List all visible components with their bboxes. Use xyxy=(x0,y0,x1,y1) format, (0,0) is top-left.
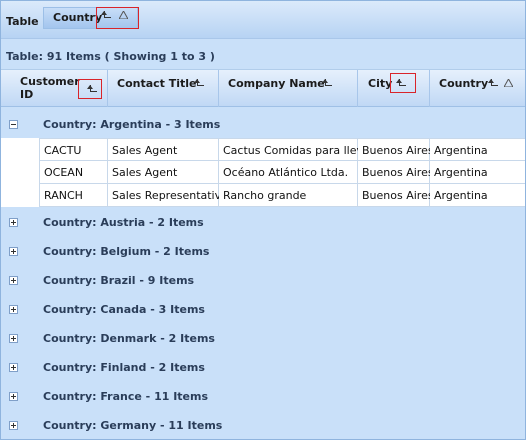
expand-icon[interactable] xyxy=(9,421,18,430)
group-label: Country: Argentina - 3 Items xyxy=(43,118,221,131)
cell-country[interactable]: Argentina xyxy=(430,138,525,161)
expand-icon[interactable] xyxy=(9,276,18,285)
highlight-box xyxy=(390,73,416,93)
group-row-belgium[interactable]: Country: Belgium - 2 Items xyxy=(1,237,525,266)
cell-company-name[interactable]: Océano Atlántico Ltda. xyxy=(219,161,358,184)
caption-text: Table: 91 Items ( Showing 1 to 3 ) xyxy=(6,50,215,63)
table-row[interactable]: CACTU Sales Agent Cactus Comidas para ll… xyxy=(1,138,525,161)
cell-text: Argentina xyxy=(434,166,488,179)
column-header-customer-id[interactable]: Customer ID xyxy=(1,70,108,107)
expand-icon[interactable] xyxy=(9,247,18,256)
row-indent xyxy=(1,138,39,161)
column-label: Country xyxy=(439,77,489,90)
column-header-row: Customer ID Contact Title Company Name C… xyxy=(1,70,525,107)
expand-icon[interactable] xyxy=(9,218,18,227)
cell-text: CACTU xyxy=(44,144,82,157)
group-row-canada[interactable]: Country: Canada - 3 Items xyxy=(1,295,525,324)
cell-text: Sales Agent xyxy=(112,144,178,157)
cell-contact-title[interactable]: Sales Representative xyxy=(108,184,228,207)
group-label: Country: Austria - 2 Items xyxy=(43,216,204,229)
group-row-germany[interactable]: Country: Germany - 11 Items xyxy=(1,411,525,439)
cell-company-name[interactable]: Rancho grande xyxy=(219,184,358,207)
group-label: Country: France - 11 Items xyxy=(43,390,209,403)
group-label: Country: Brazil - 9 Items xyxy=(43,274,195,287)
table-row[interactable]: OCEAN Sales Agent Océano Atlántico Ltda.… xyxy=(1,161,525,184)
cell-text: Argentina xyxy=(434,144,488,157)
cell-text: Sales Representative xyxy=(112,189,228,202)
group-row-brazil[interactable]: Country: Brazil - 9 Items xyxy=(1,266,525,295)
group-by-icon[interactable] xyxy=(194,79,204,87)
cell-text: Buenos Aires xyxy=(362,166,434,179)
expand-icon[interactable] xyxy=(9,334,18,343)
group-row-austria[interactable]: Country: Austria - 2 Items xyxy=(1,208,525,237)
table-caption: Table: 91 Items ( Showing 1 to 3 ) xyxy=(1,40,525,70)
cell-text: Sales Agent xyxy=(112,166,178,179)
group-row-denmark[interactable]: Country: Denmark - 2 Items xyxy=(1,324,525,353)
table-row[interactable]: RANCH Sales Representative Rancho grande… xyxy=(1,184,525,207)
cell-text: Océano Atlántico Ltda. xyxy=(223,166,349,179)
cell-text: RANCH xyxy=(44,189,83,202)
group-row-argentina[interactable]: Country: Argentina - 3 Items xyxy=(1,110,525,139)
column-header-contact-title[interactable]: Contact Title xyxy=(108,70,219,107)
expand-icon[interactable] xyxy=(9,305,18,314)
cell-text: OCEAN xyxy=(44,166,84,179)
cell-contact-title[interactable]: Sales Agent xyxy=(108,138,219,161)
group-by-icon[interactable] xyxy=(488,79,498,87)
column-header-company-name[interactable]: Company Name xyxy=(219,70,358,107)
cell-city[interactable]: Buenos Aires xyxy=(358,184,434,207)
collapse-icon[interactable] xyxy=(9,120,18,129)
column-label: City xyxy=(368,77,393,90)
group-by-panel: Table Country xyxy=(1,1,525,39)
group-label: Country: Belgium - 2 Items xyxy=(43,245,210,258)
cell-customer-id[interactable]: RANCH xyxy=(39,184,108,207)
group-by-icon[interactable] xyxy=(322,79,332,87)
cell-customer-id[interactable]: OCEAN xyxy=(39,161,108,184)
cell-contact-title[interactable]: Sales Agent xyxy=(108,161,219,184)
group-chip-label: Country xyxy=(53,11,103,24)
row-indent xyxy=(1,184,39,207)
group-label: Country: Finland - 2 Items xyxy=(43,361,205,374)
column-header-city[interactable]: City xyxy=(358,70,430,107)
highlight-box xyxy=(96,7,139,29)
sort-ascending-icon[interactable] xyxy=(504,79,513,87)
group-label: Country: Denmark - 2 Items xyxy=(43,332,215,345)
column-label: Customer ID xyxy=(20,75,80,101)
column-label: Contact Title xyxy=(117,77,197,90)
cell-text: Buenos Aires xyxy=(362,144,434,157)
expand-icon[interactable] xyxy=(9,392,18,401)
expand-icon[interactable] xyxy=(9,363,18,372)
group-row-finland[interactable]: Country: Finland - 2 Items xyxy=(1,353,525,382)
column-header-country[interactable]: Country xyxy=(430,70,525,107)
row-indent xyxy=(1,161,39,184)
cell-country[interactable]: Argentina xyxy=(430,161,525,184)
cell-customer-id[interactable]: CACTU xyxy=(39,138,108,161)
cell-text: Argentina xyxy=(434,189,488,202)
group-label: Country: Germany - 11 Items xyxy=(43,419,223,432)
group-label: Country: Canada - 3 Items xyxy=(43,303,205,316)
cell-text: Cactus Comidas para llevar xyxy=(223,144,375,157)
cell-city[interactable]: Buenos Aires xyxy=(358,138,434,161)
cell-text: Rancho grande xyxy=(223,189,307,202)
cell-city[interactable]: Buenos Aires xyxy=(358,161,434,184)
group-panel-label: Table xyxy=(6,15,39,28)
highlight-box xyxy=(78,79,102,99)
cell-company-name[interactable]: Cactus Comidas para llevar xyxy=(219,138,374,161)
grid-frame: Table Country Table: 91 Items ( Showing … xyxy=(0,0,526,440)
cell-country[interactable]: Argentina xyxy=(430,184,525,207)
cell-text: Buenos Aires xyxy=(362,189,434,202)
group-row-france[interactable]: Country: France - 11 Items xyxy=(1,382,525,411)
column-label: Company Name xyxy=(228,77,325,90)
